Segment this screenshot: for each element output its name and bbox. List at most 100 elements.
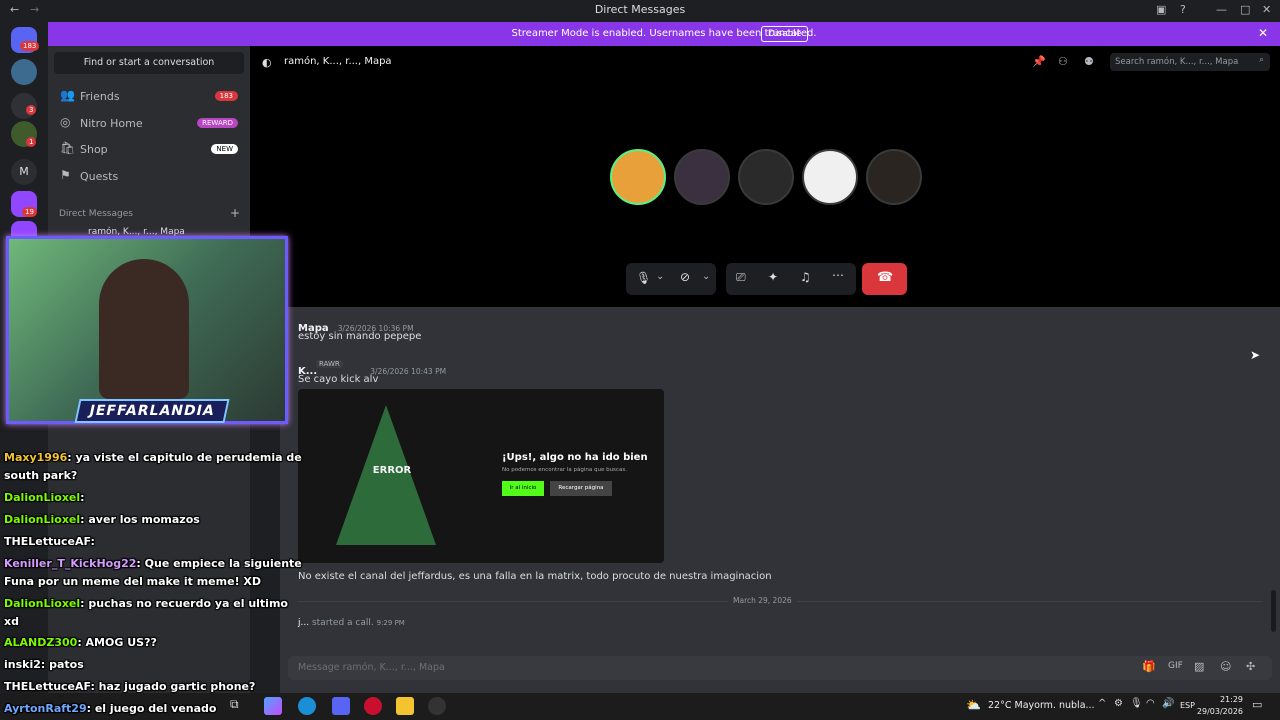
inbox-icon[interactable]: ▣ xyxy=(1156,3,1166,16)
server-badge: 1 xyxy=(26,137,37,147)
nav-quests[interactable]: ⚑ Quests xyxy=(56,165,244,189)
add-member-icon[interactable]: ⚇ xyxy=(1058,55,1068,68)
message-timestamp: 3/26/2026 10:43 PM xyxy=(370,367,447,376)
new-badge: NEW xyxy=(211,144,238,154)
message-text: Se cayo kick alv xyxy=(298,374,379,385)
weather-text[interactable]: 22°C Mayorm. nubla... xyxy=(988,700,1095,711)
participant-avatar[interactable] xyxy=(802,149,858,205)
message-text: estoy sin mando pepepe xyxy=(298,331,422,342)
participant-avatar[interactable] xyxy=(866,149,922,205)
server-badge: 19 xyxy=(22,207,37,217)
file-explorer-icon[interactable] xyxy=(396,697,414,715)
opera-icon[interactable] xyxy=(364,697,382,715)
gift-icon[interactable]: 🎁 xyxy=(1142,660,1156,673)
weather-icon: ⛅ xyxy=(966,698,981,712)
help-icon[interactable]: ? xyxy=(1180,3,1186,16)
go-home-button: Ir al inicio xyxy=(502,481,544,496)
stream-chat-line: Maxy1996: ya viste el capitulo de perude… xyxy=(4,451,302,464)
microphone-icon[interactable]: 🎙 xyxy=(636,271,651,285)
stream-chat-line: DalionLioxel: puchas no recuerdo ya el u… xyxy=(4,597,288,610)
webcam-frame: JEFFARLANDIA xyxy=(6,236,288,424)
volume-icon[interactable]: 🔊 xyxy=(1162,698,1174,709)
server-letter-icon[interactable]: M xyxy=(11,159,37,185)
search-placeholder: Search ramón, K..., r..., Mapa xyxy=(1115,57,1239,67)
streamer-figure xyxy=(99,259,189,399)
apps-icon[interactable]: ✣ xyxy=(1246,660,1255,673)
hang-up-icon: ☎ xyxy=(877,270,894,285)
stream-chat-line: xd xyxy=(4,615,19,628)
stream-chat-line: THELettuceAF: xyxy=(4,535,95,548)
call-header-title: ramón, K..., r..., Mapa xyxy=(284,56,392,67)
server-icon[interactable] xyxy=(11,59,37,85)
edge-icon[interactable] xyxy=(298,697,316,715)
nav-nitro-home[interactable]: ◎ Nitro Home REWARD xyxy=(56,112,244,136)
mouse-cursor-icon: ➤ xyxy=(1250,348,1261,362)
create-dm-icon[interactable]: + xyxy=(230,206,240,220)
sticker-icon[interactable]: ▨ xyxy=(1194,660,1204,673)
screen-share-icon[interactable]: ⎚ xyxy=(736,270,746,285)
server-badge: 3 xyxy=(26,105,37,115)
find-conversation-button[interactable]: Find or start a conversation xyxy=(54,52,244,74)
error-screenshot-embed[interactable]: ERROR ¡Ups!, algo no ha ido bien No pode… xyxy=(298,389,664,563)
stream-chat-line: AyrtonRaft29: el juego del venado xyxy=(4,702,217,715)
discord-taskbar-icon[interactable] xyxy=(332,697,350,715)
language-indicator[interactable]: ESP xyxy=(1180,701,1195,710)
participant-avatar[interactable] xyxy=(610,149,666,205)
nav-label: Friends xyxy=(80,90,120,103)
dm-header: Direct Messages xyxy=(59,209,133,219)
stream-chat-line: ALANDZ300: AMOG US?? xyxy=(4,636,157,649)
call-event-time: 9:29 PM xyxy=(376,619,405,627)
mic-tray-icon[interactable]: 🎙 xyxy=(1130,698,1143,709)
member-list-icon[interactable]: ⚉ xyxy=(1084,55,1094,68)
mic-video-controls: 🎙 ⌄ ⊘ ⌄ xyxy=(626,263,716,295)
emoji-icon[interactable]: ☺ xyxy=(1220,660,1231,673)
call-event-text: started a call. xyxy=(311,618,374,628)
activities-icon[interactable]: ✦ xyxy=(768,270,778,284)
tray-chevron-icon[interactable]: ^ xyxy=(1098,698,1106,709)
soundboard-icon[interactable]: ♫ xyxy=(800,270,811,284)
friends-icon: 👥 xyxy=(60,88,75,102)
close-banner-icon[interactable]: ✕ xyxy=(1258,26,1268,40)
error-sign-text: ERROR xyxy=(372,465,412,476)
nav-label: Quests xyxy=(80,170,119,183)
gif-icon[interactable]: GIF xyxy=(1168,661,1183,671)
close-window-icon[interactable]: ✕ xyxy=(1262,3,1271,16)
maximize-icon[interactable]: □ xyxy=(1240,3,1250,16)
minimize-icon[interactable]: — xyxy=(1216,3,1227,16)
message-composer[interactable]: Message ramón, K..., r..., Mapa 🎁 GIF ▨ … xyxy=(288,656,1272,680)
more-icon[interactable]: ⋯ xyxy=(832,268,844,282)
call-event-author[interactable]: j... xyxy=(298,618,309,628)
search-icon: ⌕ xyxy=(1258,55,1264,65)
participant-avatar[interactable] xyxy=(738,149,794,205)
pin-icon[interactable]: 📌 xyxy=(1032,55,1046,68)
notifications-icon[interactable]: ▭ xyxy=(1252,698,1262,711)
tray-app-icon[interactable]: ⚙ xyxy=(1114,698,1123,709)
scrollbar[interactable] xyxy=(1271,590,1276,632)
search-input[interactable]: Search ramón, K..., r..., Mapa ⌕ xyxy=(1110,53,1270,71)
reward-badge: REWARD xyxy=(197,118,238,128)
stream-chat-line: THELettuceAF: haz jugado gartic phone? xyxy=(4,680,256,693)
call-event: j... started a call. 9:29 PM xyxy=(298,618,405,628)
composer-placeholder: Message ramón, K..., r..., Mapa xyxy=(298,662,445,673)
stream-chat-line: DalionLioxel: aver los momazos xyxy=(4,513,200,526)
nav-label: Nitro Home xyxy=(80,117,143,130)
chevron-down-icon[interactable]: ⌄ xyxy=(702,271,710,282)
nav-friends[interactable]: 👥 Friends 183 xyxy=(56,85,244,109)
clock-date[interactable]: 29/03/2026 xyxy=(1196,707,1243,716)
task-view-icon[interactable]: ⧉ xyxy=(230,697,248,715)
stream-chat-line: inski2: patos xyxy=(4,658,84,671)
camera-off-icon[interactable]: ⊘ xyxy=(680,270,690,284)
disable-button[interactable]: Disable xyxy=(761,26,809,42)
obs-icon[interactable] xyxy=(428,697,446,715)
participant-avatar[interactable] xyxy=(674,149,730,205)
stream-chat-line: DalionLioxel: xyxy=(4,491,85,504)
clock-time[interactable]: 21:29 xyxy=(1203,695,1243,704)
wifi-icon[interactable]: ◠ xyxy=(1146,698,1155,709)
hang-up-button[interactable]: ☎ xyxy=(862,263,907,295)
copilot-icon[interactable] xyxy=(264,697,282,715)
nav-shop[interactable]: 🛍 Shop NEW xyxy=(56,138,244,162)
chevron-down-icon[interactable]: ⌄ xyxy=(656,271,664,282)
reload-button: Recargar página xyxy=(550,481,612,496)
stream-chat-line: south park? xyxy=(4,469,78,482)
divider-date-text: March 29, 2026 xyxy=(728,596,797,605)
